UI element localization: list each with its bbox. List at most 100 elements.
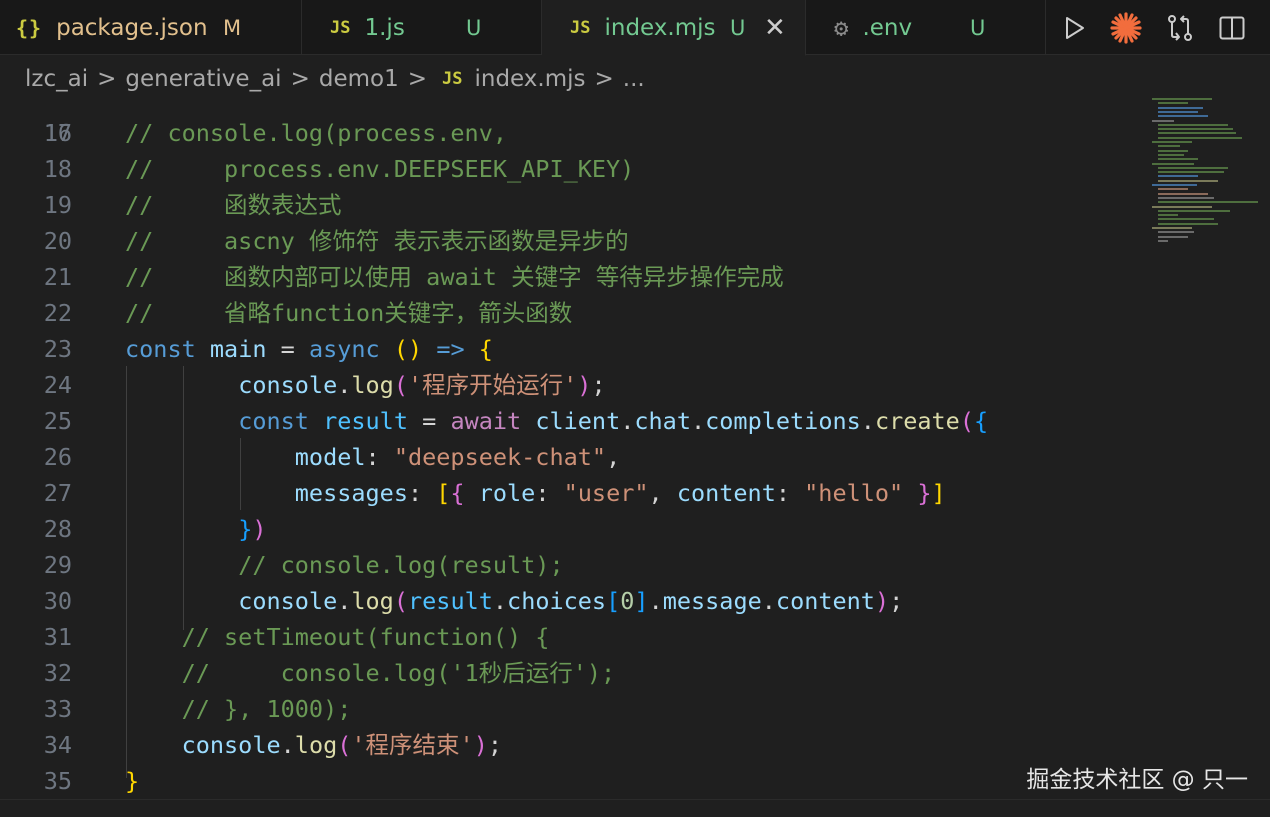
code-token: ( — [394, 587, 408, 615]
tab-index-mjs[interactable]: JS index.mjs U ✕ — [542, 0, 806, 56]
code-text: const main = async () => { — [125, 331, 493, 367]
code-token — [125, 587, 238, 615]
code-text: const result = await client.chat.complet… — [125, 403, 988, 439]
minimap-line — [1158, 193, 1208, 195]
line-number: 18 — [0, 151, 72, 187]
minimap-line — [1158, 175, 1198, 177]
code-token — [125, 695, 182, 723]
minimap-line — [1152, 184, 1197, 186]
line-number: 24 — [0, 367, 72, 403]
code-token — [903, 479, 917, 507]
split-editor-icon[interactable] — [1212, 8, 1252, 48]
line-number: 33 — [0, 691, 72, 727]
close-icon[interactable]: ✕ — [764, 13, 786, 43]
compare-changes-icon[interactable] — [1160, 8, 1200, 48]
code-token: // }, 1000); — [182, 695, 352, 723]
code-line: 35} — [0, 763, 1140, 799]
indent-guide — [126, 366, 127, 778]
minimap-line — [1158, 158, 1198, 160]
code-editor[interactable]: 16 17// console.log(process.env,18// pro… — [0, 102, 1270, 800]
js-file-icon: JS — [570, 18, 590, 38]
code-token — [125, 443, 295, 471]
code-text: // console.log(process.env, — [125, 115, 507, 151]
code-token: model — [295, 443, 366, 471]
line-number: 27 — [0, 475, 72, 511]
code-token — [125, 551, 238, 579]
code-token: // console.log(result); — [238, 551, 563, 579]
code-token — [125, 659, 182, 687]
code-token: result — [408, 587, 493, 615]
code-line: 18 // process.env.DEEPSEEK_API_KEY) — [0, 151, 1140, 187]
code-line: 21// 函数内部可以使用 await 关键字 等待异步操作完成 — [0, 259, 1140, 295]
minimap-line — [1152, 120, 1174, 122]
tab-git-status: U — [466, 16, 481, 40]
code-text: // console.log('1秒后运行'); — [125, 655, 615, 691]
code-text: messages: [{ role: "user", content: "hel… — [125, 475, 946, 511]
code-token: [ — [436, 479, 450, 507]
code-token: await — [450, 407, 521, 435]
code-token: . — [691, 407, 705, 435]
minimap-line — [1158, 150, 1188, 152]
code-token — [125, 371, 238, 399]
code-token: // console.log('1秒后运行'); — [182, 659, 616, 687]
code-token — [196, 335, 210, 363]
breadcrumb-item[interactable]: generative_ai — [125, 66, 281, 92]
code-token: . — [861, 407, 875, 435]
tab-package-json[interactable]: {} package.json M — [0, 0, 302, 55]
code-line: 28 }) — [0, 511, 1140, 547]
code-token: console — [182, 731, 281, 759]
code-text: // ascny 修饰符 表示表示函数是异步的 — [125, 223, 629, 259]
minimap-line — [1158, 214, 1178, 216]
code-token: ] — [932, 479, 946, 507]
code-token: // console.log(process.env, — [125, 119, 507, 147]
line-number: 35 — [0, 763, 72, 799]
line-number: 30 — [0, 583, 72, 619]
json-file-icon: {} — [16, 16, 42, 40]
minimap[interactable] — [1148, 98, 1266, 248]
code-line: 34 console.log('程序结束'); — [0, 727, 1140, 763]
spark-icon[interactable] — [1106, 8, 1146, 48]
code-token: . — [281, 731, 295, 759]
editor-bottom-border — [0, 799, 1270, 817]
tab-env[interactable]: ⚙ .env U — [806, 0, 1046, 55]
code-token: chat — [634, 407, 691, 435]
code-token: "user" — [564, 479, 649, 507]
code-line: 26 model: "deepseek-chat", — [0, 439, 1140, 475]
minimap-line — [1152, 98, 1212, 100]
code-token: ( — [394, 371, 408, 399]
minimap-line — [1152, 227, 1192, 229]
code-line: 23const main = async () => { — [0, 331, 1140, 367]
code-line: 24 console.log('程序开始运行'); — [0, 367, 1140, 403]
tab-1-js[interactable]: JS 1.js U — [302, 0, 542, 55]
tab-git-status: U — [730, 16, 745, 40]
breadcrumb-item[interactable]: lzc_ai — [25, 66, 88, 92]
breadcrumb-file[interactable]: index.mjs — [474, 66, 585, 92]
code-token: role — [479, 479, 536, 507]
chevron-right-icon: > — [595, 66, 614, 92]
tab-git-status: M — [223, 16, 241, 40]
code-text: // 函数内部可以使用 await 关键字 等待异步操作完成 — [125, 259, 784, 295]
code-token: "hello" — [804, 479, 903, 507]
tab-git-status: U — [970, 16, 985, 40]
code-token: { — [479, 335, 493, 363]
code-line-partial: 16 — [0, 102, 1140, 115]
code-token: ) — [875, 587, 889, 615]
minimap-line — [1158, 231, 1194, 233]
chevron-right-icon: > — [97, 66, 116, 92]
code-token: , — [649, 479, 677, 507]
code-line: 33 // }, 1000); — [0, 691, 1140, 727]
line-number: 31 — [0, 619, 72, 655]
code-token: // 函数表达式 — [125, 191, 342, 219]
code-text: // process.env.DEEPSEEK_API_KEY) — [125, 151, 634, 187]
code-token: create — [875, 407, 960, 435]
code-token: log — [351, 371, 393, 399]
breadcrumb-more[interactable]: ... — [623, 66, 645, 92]
breadcrumb-item[interactable]: demo1 — [319, 66, 399, 92]
code-token: } — [238, 515, 252, 543]
tab-label: index.mjs — [604, 15, 715, 41]
line-number: 19 — [0, 187, 72, 223]
code-token: // 省略function关键字，箭头函数 — [125, 299, 572, 327]
code-token: . — [620, 407, 634, 435]
run-icon[interactable] — [1054, 8, 1094, 48]
line-number: 26 — [0, 439, 72, 475]
